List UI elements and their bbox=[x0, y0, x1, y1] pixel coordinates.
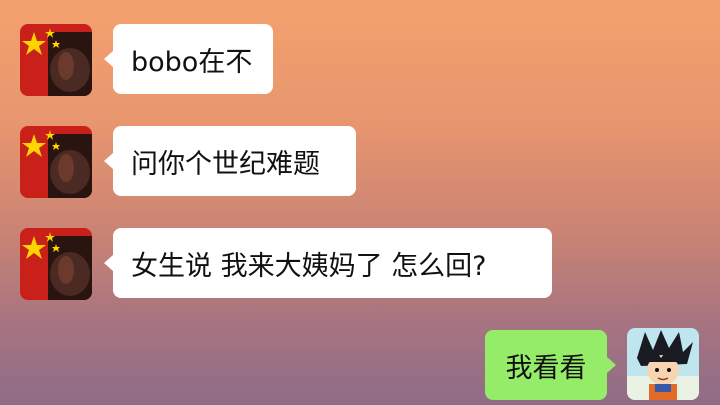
message-text: bobo在不 bbox=[131, 46, 253, 78]
contact-avatar[interactable] bbox=[20, 228, 92, 300]
chat-screen: { "messages": [ {"sender": "other", "tex… bbox=[0, 0, 720, 405]
message-bubble-incoming[interactable]: bobo在不 bbox=[113, 24, 273, 94]
contact-avatar[interactable] bbox=[20, 126, 92, 198]
message-bubble-incoming[interactable]: 女生说 我来大姨妈了 怎么回? bbox=[113, 228, 552, 298]
message-bubble-incoming[interactable]: 问你个世纪难题 bbox=[113, 126, 356, 196]
self-avatar[interactable] bbox=[627, 328, 699, 400]
message-text: 问你个世纪难题 bbox=[131, 148, 320, 180]
flag-avatar-icon bbox=[20, 126, 92, 198]
bubble-tail bbox=[607, 357, 616, 373]
message-bubble-outgoing[interactable]: 我看看 bbox=[485, 330, 607, 400]
anime-boy-avatar-icon bbox=[627, 328, 699, 400]
flag-avatar-icon bbox=[20, 228, 92, 300]
message-text: 我看看 bbox=[505, 352, 587, 384]
message-text: 女生说 我来大姨妈了 怎么回? bbox=[131, 250, 487, 282]
bubble-tail bbox=[104, 255, 113, 271]
bubble-tail bbox=[104, 51, 113, 67]
flag-avatar-icon bbox=[20, 24, 92, 96]
bubble-tail bbox=[104, 153, 113, 169]
contact-avatar[interactable] bbox=[20, 24, 92, 96]
